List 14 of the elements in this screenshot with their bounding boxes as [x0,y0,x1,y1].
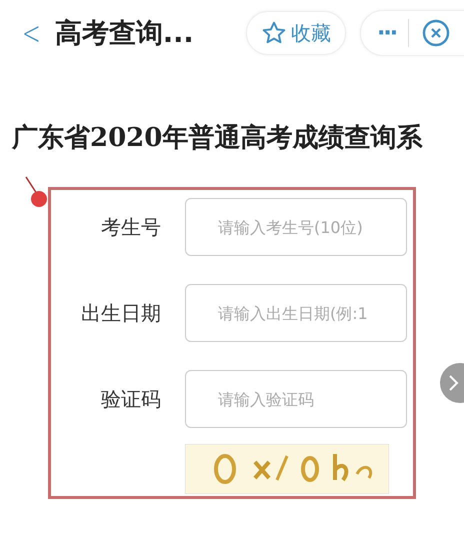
field-label: 验证码 [100,386,161,412]
input-field[interactable]: 请输入考生号(10位) [185,198,407,256]
star-icon [261,20,287,46]
page-heading: 广东省2020年普通高考成绩查询系 [12,122,424,155]
close-icon[interactable] [421,18,452,48]
more-button[interactable]: ··· [377,20,396,46]
chevron-right-icon [448,374,460,392]
favorite-button[interactable]: 收藏 [246,11,346,55]
back-button[interactable]: < [22,14,41,52]
field-label: 考生号 [100,214,161,240]
input-field[interactable]: 请输入出生日期(例:1 [185,284,407,342]
page-title: 高考查询... [54,17,194,51]
input-field[interactable]: 请输入验证码 [185,370,407,428]
field-label: 出生日期 [80,300,161,326]
